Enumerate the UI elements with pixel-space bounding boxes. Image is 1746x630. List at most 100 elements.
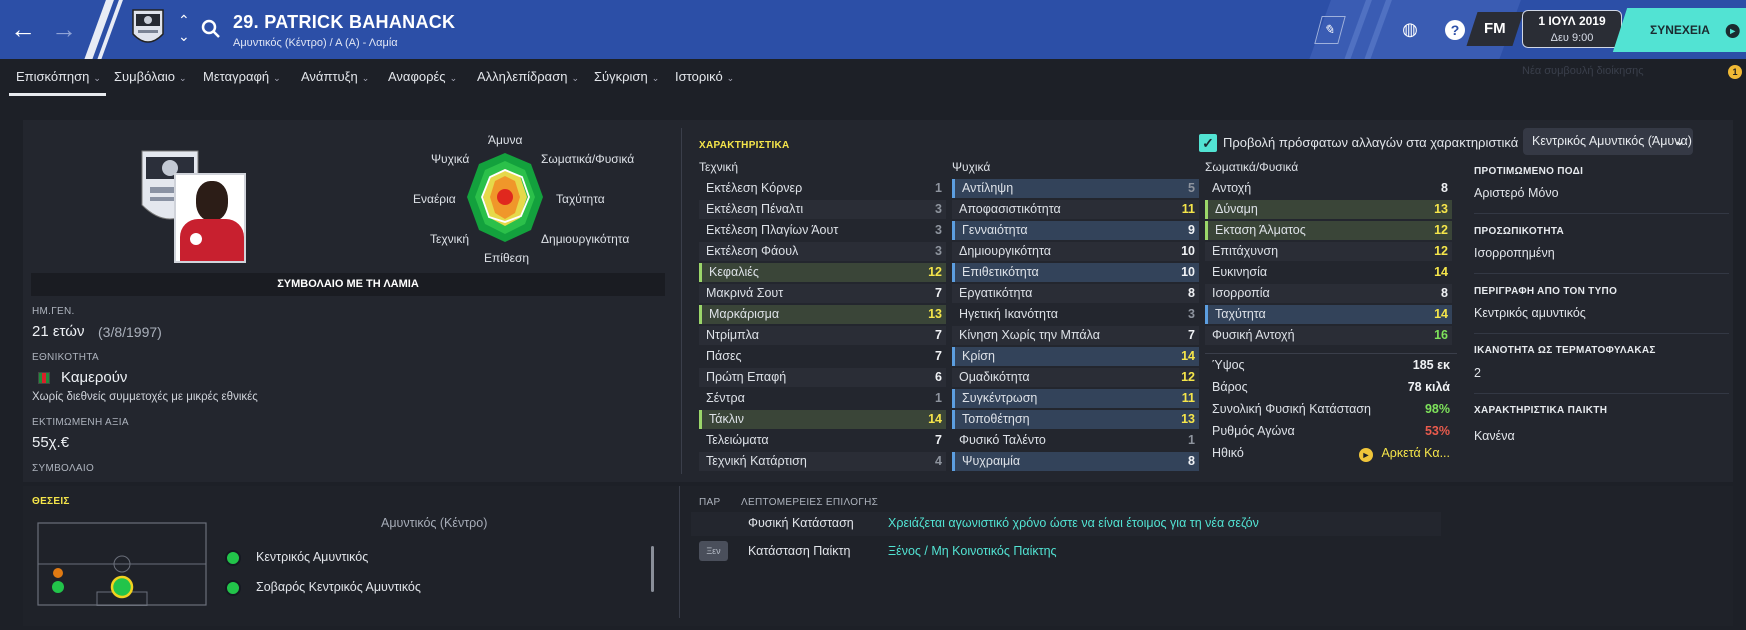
attribute-row[interactable]: Φυσική Αντοχή 16: [1205, 326, 1452, 345]
attribute-row[interactable]: Εκτέλεση Πλαγίων Άουτ 3: [699, 221, 946, 240]
attribute-row[interactable]: Δημιουργικότητα 10: [952, 242, 1199, 261]
attribute-row[interactable]: Τοποθέτηση 13: [952, 410, 1199, 429]
positions-title: ΘΕΣΕΙΣ: [32, 496, 70, 507]
attribute-name: Πάσες: [706, 349, 742, 363]
attribute-name: Κρίση: [962, 349, 995, 363]
search-icon[interactable]: [200, 18, 222, 40]
nationality-value[interactable]: Καμερούν: [61, 369, 127, 386]
info-value: 53%: [1424, 424, 1450, 438]
attribute-row[interactable]: Σέντρα 1: [699, 389, 946, 408]
morale-icon: ►: [1359, 448, 1373, 462]
tab-history[interactable]: Ιστορικό ⌄: [675, 69, 734, 84]
attribute-row[interactable]: Ντρίμπλα 7: [699, 326, 946, 345]
player-position-club[interactable]: Αμυντικός (Κέντρο) / Α (Α) - Λαμία: [233, 37, 398, 49]
attribute-row[interactable]: Μαρκάρισμα 13: [699, 305, 946, 324]
attribute-name: Εκτέλεση Πέναλτι: [706, 202, 804, 216]
player-photo: [174, 173, 246, 263]
tab-overview[interactable]: Επισκόπηση ⌄: [16, 69, 101, 84]
dob-label: ΗΜ.ΓΕΝ.: [32, 306, 75, 317]
attribute-name: Κίνηση Χωρίς την Μπάλα: [959, 328, 1100, 342]
tab-reports[interactable]: Αναφορές ⌄: [388, 69, 457, 84]
attribute-row[interactable]: Πρώτη Επαφή 6: [699, 368, 946, 387]
attribute-row[interactable]: Εκτέλεση Κόρνερ 1: [699, 179, 946, 198]
tab-development[interactable]: Ανάπτυξη ⌄: [301, 69, 369, 84]
attribute-row[interactable]: Αποφασιστικότητα 11: [952, 200, 1199, 219]
attribute-row[interactable]: Επιτάχυνση 12: [1205, 242, 1452, 261]
attribute-name: Σέντρα: [706, 391, 745, 405]
attribute-row[interactable]: Τεχνική Κατάρτιση 4: [699, 452, 946, 471]
attribute-row[interactable]: Κεφαλιές 12: [699, 263, 946, 282]
attribute-value: 8: [1188, 454, 1195, 468]
tab-comparison[interactable]: Σύγκριση ⌄: [594, 69, 659, 84]
attribute-value: 7: [935, 349, 942, 363]
role-dropdown[interactable]: Κεντρικός Αμυντικός (Άμυνα) ⌄: [1523, 128, 1693, 155]
attribute-value: 8: [1441, 286, 1448, 300]
radar-label-defending: Άμυνα: [488, 133, 523, 147]
prev-player-icon[interactable]: ⌃: [178, 12, 190, 29]
attribute-row[interactable]: Ψυχραιμία 8: [952, 452, 1199, 471]
attribute-row[interactable]: Πάσες 7: [699, 347, 946, 366]
new-message-hint[interactable]: Νέα συμβουλή διοίκησης: [1522, 65, 1644, 77]
tab-interaction[interactable]: Αλληλεπίδραση ⌄: [477, 69, 579, 84]
attribute-name: Εκταση Άλματος: [1215, 223, 1306, 237]
attribute-row[interactable]: Μακρινά Σουτ 7: [699, 284, 946, 303]
fm-logo[interactable]: FM: [1466, 12, 1524, 46]
attribute-name: Συγκέντρωση: [962, 391, 1038, 405]
globe-icon[interactable]: ◍: [1395, 14, 1425, 44]
continue-button[interactable]: ΣΥΝΕΧΕΙΑ ►: [1612, 8, 1746, 52]
attribute-row[interactable]: Δύναμη 13: [1205, 200, 1452, 219]
attribute-row[interactable]: Εργατικότητα 8: [952, 284, 1199, 303]
attribute-row[interactable]: Τάκλιν 14: [699, 410, 946, 429]
attribute-row[interactable]: Φυσικό Ταλέντο 1: [952, 431, 1199, 450]
attribute-row[interactable]: Ισορροπία 8: [1205, 284, 1452, 303]
tab-transfer[interactable]: Μεταγραφή ⌄: [203, 69, 281, 84]
attribute-row[interactable]: Τελειώματα 7: [699, 431, 946, 450]
next-player-icon[interactable]: ⌄: [178, 28, 190, 45]
notification-badge[interactable]: 1: [1728, 65, 1742, 79]
attribute-row[interactable]: Εκτέλεση Πέναλτι 3: [699, 200, 946, 219]
attribute-row[interactable]: Κίνηση Χωρίς την Μπάλα 7: [952, 326, 1199, 345]
positions-scrollbar[interactable]: [651, 546, 654, 592]
attribute-name: Εκτέλεση Πλαγίων Άουτ: [706, 223, 839, 237]
attribute-row[interactable]: Εκταση Άλματος 12: [1205, 221, 1452, 240]
attribute-row[interactable]: Ομαδικότητα 12: [952, 368, 1199, 387]
attribute-row[interactable]: Ταχύτητα 14: [1205, 305, 1452, 324]
radar-label-attacking: Επίθεση: [484, 251, 530, 265]
attribute-value: 8: [1441, 181, 1448, 195]
attribute-row[interactable]: Συγκέντρωση 11: [952, 389, 1199, 408]
sub-navigation: Επισκόπηση ⌄ Συμβόλαιο ⌄ Μεταγραφή ⌄ Ανάπτυ…: [0, 59, 1746, 96]
help-icon[interactable]: ?: [1440, 14, 1470, 44]
player-traits-title: ΧΑΡΑΚΤΗΡΙΣΤΙΚΑ ΠΑΙΚΤΗ: [1474, 405, 1608, 416]
attribute-row[interactable]: Κρίση 14: [952, 347, 1199, 366]
info-label: Ύψος: [1212, 358, 1245, 372]
goalkeeper-ability-value: 2: [1474, 366, 1481, 380]
role-name: Κεντρικός Αμυντικός: [256, 550, 369, 564]
attribute-row[interactable]: Ευκινησία 14: [1205, 263, 1452, 282]
attribute-value: 10: [1181, 265, 1195, 279]
attribute-name: Φυσικό Ταλέντο: [959, 433, 1046, 447]
top-header: ← → ⌃ ⌄ 29. PATRICK BAHANACK Αμυντικός (…: [0, 0, 1746, 59]
contract-banner[interactable]: ΣΥΜΒΟΛΑΙΟ ΜΕ ΤΗ ΛΑΜΙΑ: [31, 273, 665, 296]
attribute-row[interactable]: Γενναιότητα 9: [952, 221, 1199, 240]
back-arrow-icon[interactable]: ←: [8, 14, 38, 44]
info-value[interactable]: Αρκετά Κα...: [1381, 446, 1450, 460]
radar-label-technique: Τεχνική: [430, 232, 469, 246]
goalkeeper-ability-title: ΙΚΑΝΟΤΗΤΑ ΩΣ ΤΕΡΜΑΤΟΦΥΛΑΚΑΣ: [1474, 345, 1656, 356]
forward-arrow-icon[interactable]: →: [49, 14, 79, 44]
tab-contract[interactable]: Συμβόλαιο ⌄: [114, 69, 187, 84]
attribute-value: 14: [1434, 307, 1448, 321]
selection-value[interactable]: Ξένος / Μη Κοινοτικός Παίκτης: [888, 544, 1057, 558]
attribute-row[interactable]: Εκτέλεση Φάουλ 3: [699, 242, 946, 261]
attributes-title: ΧΑΡΑΚΤΗΡΙΣΤΙΚΑ: [699, 140, 790, 151]
attribute-row[interactable]: Αντοχή 8: [1205, 179, 1452, 198]
attribute-row[interactable]: Επιθετικότητα 10: [952, 263, 1199, 282]
attribute-value: 14: [1434, 265, 1448, 279]
attribute-row[interactable]: Ηγετική Ικανότητα 3: [952, 305, 1199, 324]
attribute-name: Γενναιότητα: [962, 223, 1028, 237]
show-changes-checkbox[interactable]: ✓: [1199, 134, 1217, 152]
attribute-name: Τοποθέτηση: [962, 412, 1030, 426]
attribute-value: 13: [1181, 412, 1195, 426]
date-display[interactable]: 1 ΙΟΥΛ 2019 Δευ 9:00: [1522, 10, 1622, 48]
estimated-value: 55χ.€: [32, 434, 70, 451]
attribute-row[interactable]: Αντίληψη 5: [952, 179, 1199, 198]
